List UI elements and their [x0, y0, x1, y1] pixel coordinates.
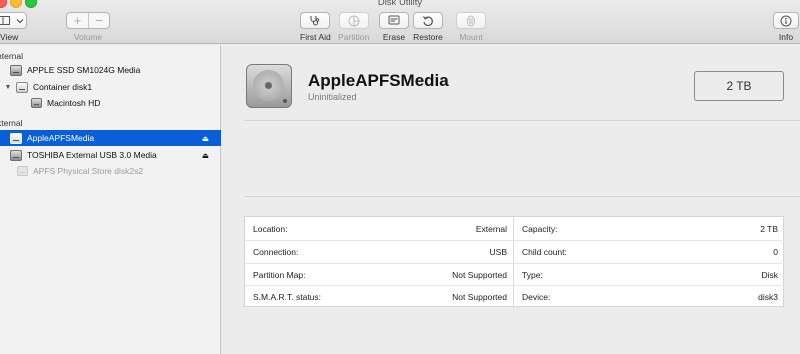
- info-button[interactable]: [773, 12, 799, 29]
- info-label: Location:: [253, 223, 288, 234]
- info-value: 2 TB: [760, 223, 778, 234]
- info-label: Partition Map:: [253, 270, 306, 280]
- mount-button[interactable]: [456, 12, 486, 29]
- info-column-right: Capacity: 2 TB Child count: 0 Type: Disk…: [513, 217, 784, 308]
- erase-control[interactable]: Erase: [379, 12, 409, 42]
- volume-icon: [31, 98, 42, 108]
- first-aid-label: First Aid: [300, 32, 331, 42]
- sidebar-item-macintosh-hd[interactable]: Macintosh HD: [0, 95, 221, 111]
- disk-name: AppleAPFSMedia: [308, 71, 449, 90]
- disclosure-triangle-icon[interactable]: ▼: [3, 84, 13, 91]
- disk-status: Uninitialized: [308, 92, 357, 102]
- info-value: Not Supported: [452, 270, 507, 280]
- mount-control[interactable]: Mount: [456, 12, 486, 42]
- info-table: Location: External Connection: USB Parti…: [244, 216, 784, 308]
- volume-control: + − Volume: [66, 12, 110, 42]
- info-column-left: Location: External Connection: USB Parti…: [245, 217, 513, 308]
- info-label: Capacity:: [522, 223, 558, 234]
- sidebar-item-label: APPLE SSD SM1024G Media: [27, 65, 141, 75]
- restore-control[interactable]: Restore: [413, 12, 443, 42]
- hard-disk-icon: [246, 64, 292, 108]
- window-title: Disk Utility: [377, 0, 423, 8]
- add-volume-button[interactable]: +: [67, 13, 88, 28]
- sidebar: nternal APPLE SSD SM1024G Media ▼ Contai…: [0, 45, 221, 354]
- info-label: Device:: [522, 292, 551, 302]
- external-disk-icon: [10, 132, 22, 144]
- info-row-smart-status: S.M.A.R.T. status: Not Supported: [245, 285, 513, 308]
- sidebar-item-container-disk1[interactable]: ▼ Container disk1: [0, 79, 221, 95]
- chevron-down-icon: [16, 18, 24, 23]
- pie-chart-icon: [348, 15, 360, 26]
- internal-disk-icon: [10, 64, 22, 76]
- sidebar-item-label: AppleAPFSMedia: [27, 133, 95, 143]
- external-section-header: xternal: [0, 118, 23, 128]
- first-aid-control[interactable]: First Aid: [300, 12, 331, 42]
- sidebar-item-label: TOSHIBA External USB 3.0 Media: [27, 150, 157, 160]
- partition-label: Partition: [338, 32, 370, 42]
- stethoscope-icon: [310, 16, 320, 26]
- info-value: Not Supported: [452, 292, 507, 302]
- info-value: External: [475, 223, 507, 234]
- info-row-child-count: Child count: 0: [514, 240, 784, 263]
- partition-control[interactable]: Partition: [338, 12, 369, 42]
- divider: [244, 120, 800, 121]
- erase-button[interactable]: [379, 12, 409, 29]
- detail-pane: AppleAPFSMedia Uninitialized 2 TB Locati…: [222, 45, 800, 354]
- toolbar: Disk Utility View + − Volume First Aid P…: [0, 0, 800, 44]
- info-value: disk3: [758, 292, 778, 302]
- info-value: Disk: [761, 270, 778, 280]
- erase-label: Erase: [382, 32, 406, 42]
- info-value: 0: [773, 247, 778, 257]
- info-icon: [780, 15, 792, 26]
- sidebar-item-appleapfsmedia[interactable]: AppleAPFSMedia ⏏: [0, 130, 221, 146]
- info-row-type: Type: Disk: [514, 263, 784, 286]
- info-row-connection: Connection: USB: [245, 240, 513, 263]
- container-icon: [16, 81, 28, 93]
- sidebar-item-label: Macintosh HD: [47, 98, 101, 108]
- eject-icon[interactable]: ⏏: [202, 151, 209, 160]
- external-disk-icon: [10, 149, 22, 161]
- info-value: USB: [489, 247, 507, 257]
- eraser-icon: [388, 15, 400, 25]
- info-row-partition-map: Partition Map: Not Supported: [245, 263, 513, 286]
- restore-label: Restore: [413, 32, 443, 42]
- internal-section-header: nternal: [0, 51, 23, 61]
- sidebar-icon: [0, 16, 10, 25]
- info-label: Info: [778, 32, 794, 42]
- view-label: View: [0, 32, 19, 42]
- info-label: Child count:: [522, 247, 567, 257]
- divider: [244, 196, 800, 197]
- sidebar-item-apple-ssd[interactable]: APPLE SSD SM1024G Media: [0, 62, 221, 78]
- info-row-device: Device: disk3: [514, 285, 784, 308]
- remove-volume-button[interactable]: −: [88, 13, 109, 28]
- mount-icon: [467, 15, 475, 26]
- view-control[interactable]: View: [0, 12, 27, 42]
- volume-label: Volume: [73, 32, 103, 42]
- restore-button[interactable]: [413, 12, 443, 29]
- sidebar-item-label: Container disk1: [33, 82, 93, 92]
- volume-icon: [17, 166, 28, 176]
- info-row-location: Location: External: [245, 217, 513, 240]
- sidebar-item-label: APFS Physical Store disk2s2: [33, 166, 144, 176]
- first-aid-button[interactable]: [300, 12, 331, 29]
- mount-label: Mount: [459, 32, 483, 42]
- view-button[interactable]: [0, 12, 27, 29]
- info-row-capacity: Capacity: 2 TB: [514, 217, 784, 240]
- eject-icon[interactable]: ⏏: [202, 134, 209, 143]
- info-label: Type:: [522, 270, 543, 280]
- sidebar-item-toshiba[interactable]: TOSHIBA External USB 3.0 Media ⏏: [0, 147, 221, 163]
- info-control[interactable]: Info: [773, 12, 799, 42]
- size-badge: 2 TB: [694, 71, 784, 101]
- partition-button[interactable]: [338, 12, 369, 29]
- info-label: S.M.A.R.T. status:: [253, 292, 322, 302]
- restore-arrow-icon: [423, 15, 433, 26]
- sidebar-item-apfs-physical-store[interactable]: APFS Physical Store disk2s2: [0, 163, 221, 179]
- info-label: Connection:: [253, 247, 299, 257]
- volume-segmented: + −: [66, 12, 110, 29]
